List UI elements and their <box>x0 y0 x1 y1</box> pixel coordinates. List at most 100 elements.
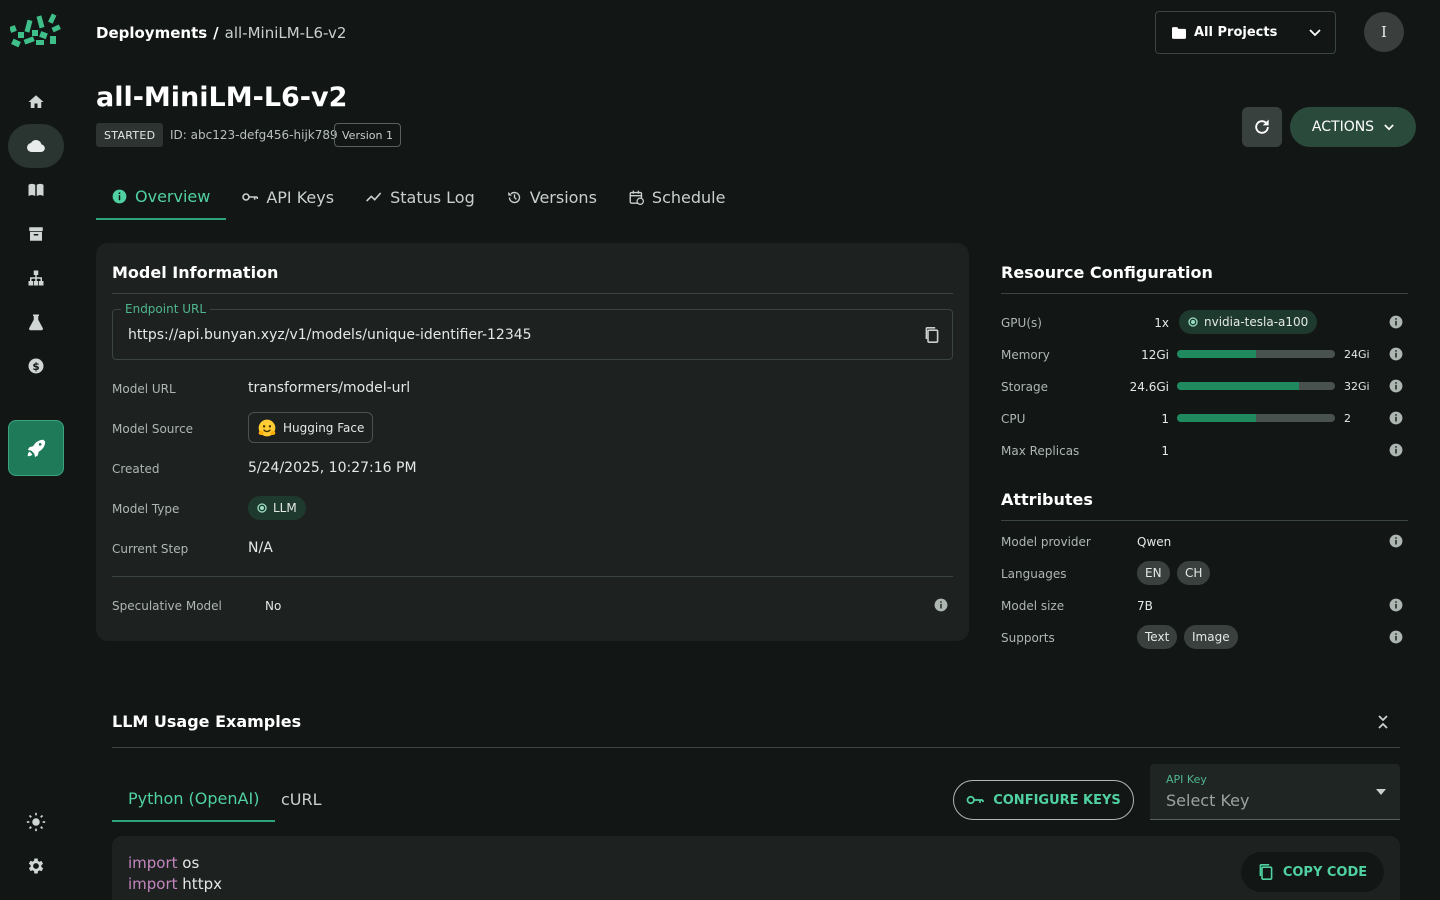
endpoint-url-value: https://api.bunyan.xyz/v1/models/unique-… <box>128 327 532 343</box>
app-logo[interactable] <box>10 12 62 50</box>
sidebar-item-billing[interactable]: $ <box>8 344 64 388</box>
calendar-icon <box>629 190 644 205</box>
folder-icon <box>1172 26 1186 39</box>
tab-label: API Keys <box>266 187 335 207</box>
max-replicas-value: 1 <box>1161 444 1169 458</box>
support-chip: Text <box>1137 625 1178 649</box>
tab-overview[interactable]: Overview <box>96 174 227 220</box>
info-icon[interactable] <box>934 598 948 612</box>
sidebar-item-archive[interactable] <box>8 212 64 256</box>
sidebar-item-deployments[interactable] <box>8 124 64 168</box>
avatar[interactable]: I <box>1364 12 1404 52</box>
tab-label: Status Log <box>390 187 475 207</box>
created-label: Created <box>112 462 160 476</box>
caret-down-icon <box>1376 789 1386 795</box>
endpoint-url-field[interactable]: Endpoint URL https://api.bunyan.xyz/v1/m… <box>112 302 953 360</box>
gpu-type-chip: nvidia-tesla-a100 <box>1179 310 1318 334</box>
hierarchy-icon <box>27 269 45 287</box>
created-value: 5/24/2025, 10:27:16 PM <box>248 460 417 476</box>
model-source-chip: Hugging Face <box>248 412 374 443</box>
gear-icon <box>26 856 46 876</box>
supports-label: Supports <box>1001 631 1055 645</box>
rocket-icon <box>25 437 47 459</box>
svg-text:$: $ <box>32 361 39 373</box>
card-heading: Model Information <box>112 263 279 282</box>
project-select[interactable]: All Projects <box>1155 11 1336 54</box>
max-replicas-label: Max Replicas <box>1001 444 1080 458</box>
radio-dot-icon <box>1188 317 1198 327</box>
storage-used: 24.6Gi <box>1129 380 1169 394</box>
api-key-select[interactable]: API Key Select Key <box>1150 764 1400 820</box>
version-badge: Version 1 <box>334 123 401 147</box>
breadcrumb-current: all-MiniLM-L6-v2 <box>224 24 347 42</box>
refresh-button[interactable] <box>1242 107 1282 147</box>
info-icon[interactable] <box>1389 534 1403 548</box>
divider <box>1001 293 1408 294</box>
gpu-count: 1x <box>1154 316 1169 330</box>
support-chip: Image <box>1184 625 1238 649</box>
current-step-value: N/A <box>248 540 273 556</box>
memory-label: Memory <box>1001 348 1050 362</box>
sidebar-item-hierarchy[interactable] <box>8 256 64 300</box>
actions-label: ACTIONS <box>1311 119 1375 135</box>
storage-bar-fill <box>1177 382 1299 390</box>
usage-heading: LLM Usage Examples <box>112 712 302 731</box>
tab-schedule[interactable]: Schedule <box>613 174 742 220</box>
cpu-bar-fill <box>1177 414 1256 422</box>
collapse-icon[interactable] <box>1376 714 1390 730</box>
actions-button[interactable]: ACTIONS <box>1290 107 1416 147</box>
model-type-value: LLM <box>273 501 297 515</box>
tab-python-openai[interactable]: Python (OpenAI) <box>112 776 276 822</box>
tab-versions[interactable]: Versions <box>491 174 613 220</box>
breadcrumb: Deployments / all-MiniLM-L6-v2 <box>96 22 346 44</box>
sidebar-item-experiments[interactable] <box>8 300 64 344</box>
sidebar-item-home[interactable] <box>8 80 64 124</box>
code-text: os <box>177 854 200 872</box>
api-key-label: API Key <box>1166 773 1207 786</box>
tab-label: Overview <box>135 186 211 206</box>
model-size-value: 7B <box>1137 599 1153 613</box>
sidebar-item-launch[interactable] <box>8 420 64 476</box>
copy-icon[interactable] <box>924 326 940 344</box>
model-provider-value: Qwen <box>1137 535 1172 549</box>
radio-dot-icon <box>257 503 267 513</box>
status-badge: STARTED <box>96 123 164 147</box>
tab-api-keys[interactable]: API Keys <box>226 174 350 220</box>
flask-icon <box>27 313 45 331</box>
divider <box>112 747 1400 748</box>
tab-label: Schedule <box>651 187 726 207</box>
info-icon[interactable] <box>1389 630 1403 644</box>
model-type-label: Model Type <box>112 502 180 516</box>
tab-curl[interactable]: cURL <box>265 776 338 822</box>
info-icon[interactable] <box>1389 315 1403 329</box>
info-icon[interactable] <box>1389 347 1403 361</box>
configure-keys-label: CONFIGURE KEYS <box>993 792 1121 808</box>
model-source-label: Model Source <box>112 422 194 436</box>
gpu-label: GPU(s) <box>1001 316 1042 330</box>
divider <box>112 576 953 577</box>
copy-code-button[interactable]: COPY CODE <box>1241 852 1384 892</box>
dollar-icon: $ <box>27 357 45 375</box>
info-icon[interactable] <box>1389 598 1403 612</box>
info-icon[interactable] <box>1389 411 1403 425</box>
model-type-chip: LLM <box>248 496 306 520</box>
info-icon[interactable] <box>1389 379 1403 393</box>
breadcrumb-separator: / <box>213 24 219 42</box>
tab-label: Versions <box>529 187 597 207</box>
sidebar-item-settings[interactable] <box>8 844 64 888</box>
endpoint-url-label: Endpoint URL <box>121 302 211 316</box>
sidebar-item-docs[interactable] <box>8 168 64 212</box>
resource-config-heading: Resource Configuration <box>1001 263 1213 282</box>
chevron-down-icon <box>1309 28 1321 37</box>
breadcrumb-root[interactable]: Deployments <box>96 24 207 42</box>
cloud-icon <box>25 137 47 155</box>
code-line: import httpx <box>128 875 222 893</box>
sidebar-item-theme[interactable] <box>8 800 64 844</box>
speculative-model-value: No <box>265 599 282 613</box>
sidebar: $ <box>0 0 72 900</box>
configure-keys-button[interactable]: CONFIGURE KEYS <box>953 780 1134 820</box>
current-step-label: Current Step <box>112 542 189 556</box>
chevron-down-icon <box>1384 123 1394 131</box>
info-icon[interactable] <box>1389 443 1403 457</box>
tab-status-log[interactable]: Status Log <box>350 174 491 220</box>
